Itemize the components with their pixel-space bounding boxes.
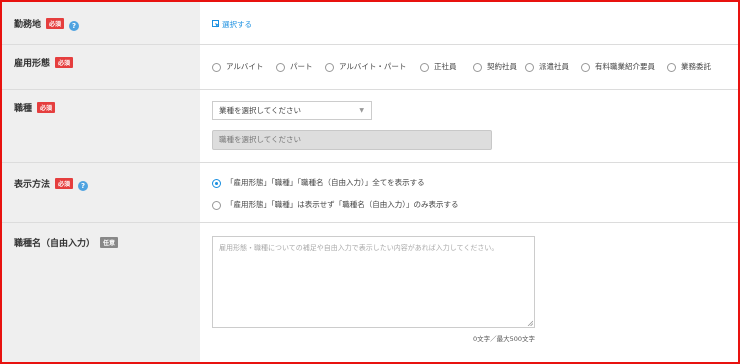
job-label: 職種: [14, 104, 33, 114]
help-icon[interactable]: ?: [69, 21, 80, 31]
label-cell: 表示方法 必須?: [2, 163, 200, 222]
job-type-select[interactable]: 職種を選択してください: [212, 130, 492, 150]
label-cell: 職種 必須: [2, 90, 200, 162]
value-overlay: 業種を選択してください ▼ 職種を選択してください 雇用形態・職種についての補足や…: [200, 2, 738, 362]
required-badge: 必須: [37, 102, 56, 113]
label-cell: 勤務地 必須?: [2, 2, 200, 44]
industry-select[interactable]: 業種を選択してください ▼: [212, 101, 372, 120]
job-name-label: 職種名（自由入力）: [14, 239, 96, 249]
employment-label: 雇用形態: [14, 59, 51, 69]
help-icon[interactable]: ?: [78, 181, 89, 191]
form-frame: 勤務地 必須? 選択する 雇用形態 必須 アルバイト パート アルバイト・パート 正…: [0, 0, 740, 364]
optional-badge: 任意: [100, 237, 119, 248]
chevron-down-icon: ▼: [359, 107, 364, 114]
required-badge: 必須: [46, 18, 65, 29]
display-label: 表示方法: [14, 180, 51, 190]
industry-select-value: 業種を選択してください: [219, 106, 302, 115]
resize-handle-icon[interactable]: [527, 320, 533, 326]
char-counter: 0文字／最大500文字: [472, 335, 535, 343]
label-cell: 職種名（自由入力） 任意: [2, 223, 200, 362]
textarea-placeholder: 雇用形態・職種についての補足や自由入力で表示したい内容があれば入力してください。: [219, 244, 499, 252]
label-cell: 雇用形態 必須: [2, 45, 200, 89]
required-badge: 必須: [55, 178, 74, 189]
job-name-textarea[interactable]: 雇用形態・職種についての補足や自由入力で表示したい内容があれば入力してください。: [212, 236, 535, 328]
job-type-select-value: 職種を選択してください: [219, 135, 302, 144]
workplace-label: 勤務地: [14, 20, 42, 30]
required-badge: 必須: [55, 57, 74, 68]
